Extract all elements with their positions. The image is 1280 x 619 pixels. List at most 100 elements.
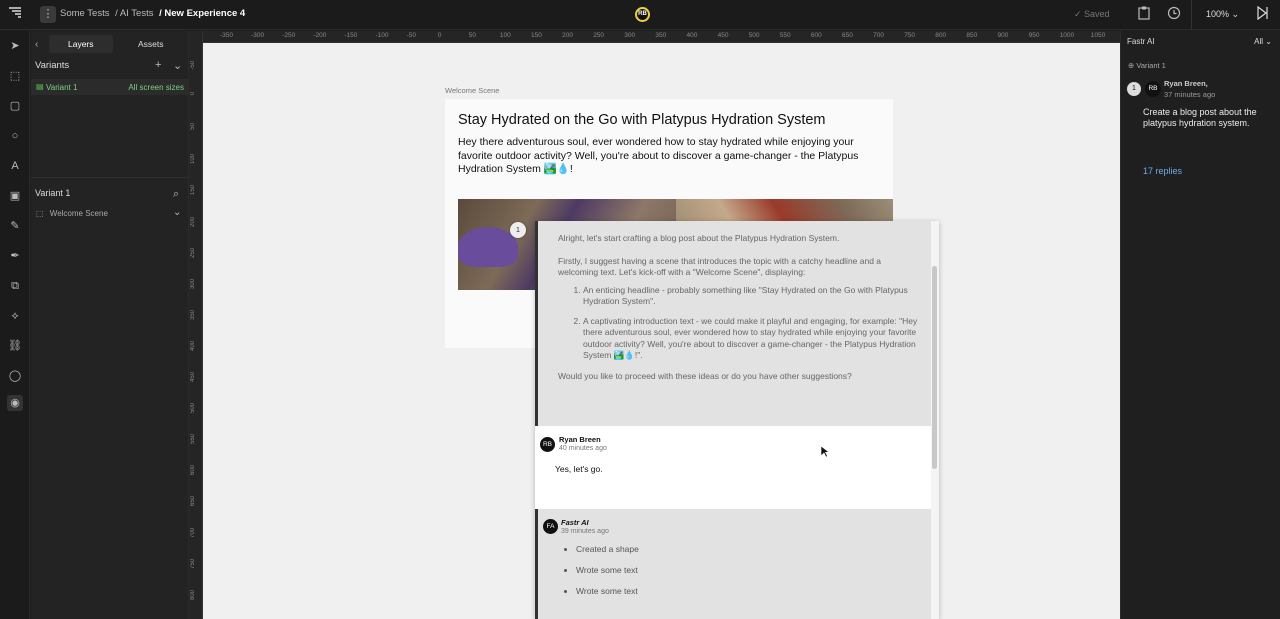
ai-text-tool-icon[interactable]: A	[7, 158, 23, 174]
scene-headline[interactable]: Stay Hydrated on the Go with Platypus Hy…	[458, 112, 878, 128]
scene-label[interactable]: Welcome Scene	[445, 86, 499, 95]
menu-icon[interactable]: ⋮	[40, 6, 56, 23]
ruler-tick-label: 0	[190, 92, 196, 96]
list-item: A captivating introduction text - we cou…	[583, 316, 918, 362]
ruler-tick-label: 750	[904, 32, 916, 39]
mouse-cursor-icon	[820, 445, 830, 458]
ruler-tick-label: 50	[468, 32, 477, 39]
ai-paragraph: Alright, let's start crafting a blog pos…	[558, 233, 840, 243]
variant-label: ⊕ Variant 1	[1128, 61, 1166, 70]
tab-assets[interactable]: Assets	[138, 39, 164, 49]
clipboard-icon[interactable]	[1136, 6, 1152, 22]
comment-time: 37 minutes ago	[1164, 90, 1216, 99]
play-icon[interactable]	[1254, 5, 1270, 22]
ruler-tick-label: 100	[499, 32, 511, 39]
breadcrumb-current[interactable]: / New Experience 4	[159, 8, 245, 19]
ruler-tick-label: 900	[997, 32, 1009, 39]
ai-actions-list: Created a shape Wrote some text Wrote so…	[576, 544, 639, 607]
variant-sizes: All screen sizes	[128, 83, 184, 92]
variant-item[interactable]: ▤ Variant 1 All screen sizes	[31, 79, 189, 95]
message-time: 40 minutes ago	[559, 445, 607, 452]
breadcrumb-folder[interactable]: / AI Tests	[115, 8, 153, 19]
ai-message: Alright, let's start crafting a blog pos…	[535, 221, 931, 426]
component-tool-icon[interactable]: ⧉	[7, 278, 23, 294]
ai-suggestion-list: An enticing headline - probably somethin…	[558, 285, 918, 362]
ruler-tick-label: 800	[190, 589, 196, 600]
layer-label: Welcome Scene	[49, 209, 108, 218]
pencil-tool-icon[interactable]: ✎	[7, 218, 23, 234]
list-item: Wrote some text	[576, 586, 639, 596]
ruler-tick-label: 700	[190, 527, 196, 538]
ruler-tick-label: 200	[562, 32, 573, 39]
replies-link[interactable]: 17 replies	[1143, 166, 1182, 176]
ruler-tick-label: 250	[593, 32, 605, 39]
ruler-tick-label: 300	[190, 278, 196, 289]
ruler-tick-label: 750	[190, 558, 196, 569]
ruler-tick-label: 400	[190, 340, 196, 351]
interaction-tool-icon[interactable]: ⟡	[7, 308, 23, 324]
ruler-tick-label: -50	[190, 61, 196, 70]
ruler-tick-label: 650	[842, 32, 853, 39]
avatar: FA	[543, 519, 558, 534]
add-variant-icon[interactable]: +	[155, 59, 161, 71]
user-message-text: Yes, let's go.	[555, 464, 603, 474]
vertical-ruler: -50 0 50 100 150 200 250 300 350 400 450 500 550 600 6…	[189, 31, 203, 619]
logo-icon[interactable]	[8, 6, 24, 22]
comment-tool-icon[interactable]: ◯	[7, 368, 23, 384]
ruler-tick-label: 550	[779, 32, 791, 39]
variant-name: Variant 1	[1136, 61, 1166, 70]
ellipse-tool-icon[interactable]: ○	[7, 128, 23, 144]
ruler-tick-label: 950	[1028, 32, 1040, 39]
design-canvas[interactable]: Welcome Scene Stay Hydrated on the Go wi…	[203, 43, 1120, 619]
breadcrumb-project[interactable]: Some Tests	[60, 8, 109, 19]
saved-label: Saved	[1084, 9, 1110, 19]
ruler-tick-label: -300	[251, 32, 265, 39]
page-icon: ▤	[36, 82, 44, 91]
pen-tool-icon[interactable]: ✒	[7, 248, 23, 264]
ruler-tick-label: 350	[655, 32, 667, 39]
variant-name: Variant 1	[46, 83, 78, 92]
select-tool-icon[interactable]: ➤	[7, 38, 23, 54]
ai-paragraph: Would you like to proceed with these ide…	[558, 370, 852, 381]
ai-assistant-icon[interactable]: ◉	[7, 395, 23, 411]
filter-value: All	[1254, 37, 1264, 46]
rectangle-tool-icon[interactable]: ▢	[7, 98, 23, 114]
comment-text[interactable]: Create a blog post about the platypus hy…	[1143, 107, 1273, 129]
scrollbar-thumb[interactable]	[932, 266, 937, 469]
ai-message-body: Alright, let's start crafting a blog pos…	[558, 233, 918, 393]
message-time: 39 minutes ago	[561, 528, 609, 535]
list-item: An enticing headline - probably somethin…	[583, 285, 918, 308]
image-tool-icon[interactable]: ▣	[7, 188, 23, 204]
ai-message: FA Fastr AI 39 minutes ago Created a sha…	[535, 509, 931, 619]
link-tool-icon[interactable]: ⛓	[7, 338, 23, 354]
scene-intro-text[interactable]: Hey there adventurous soul, ever wondere…	[458, 136, 878, 177]
zoom-value: 100%	[1206, 9, 1230, 19]
tab-layers[interactable]: Layers	[68, 39, 94, 49]
chevron-left-icon[interactable]: ‹	[35, 39, 38, 50]
message-author: Ryan Breen	[559, 435, 601, 444]
expand-layer-icon[interactable]: ⌄	[173, 207, 181, 218]
presence-avatar[interactable]: RB	[635, 7, 650, 22]
ruler-tick-label: 50	[190, 123, 196, 130]
layer-item-welcome-scene[interactable]: ⬚ Welcome Scene	[36, 209, 108, 218]
layers-panel: ‹ Layers Assets Variants + ⌄ ▤ Variant 1…	[31, 31, 189, 619]
ruler-tick-label: 700	[873, 32, 884, 39]
ruler-tick-label: -150	[344, 32, 358, 39]
panel-tabs: ‹ Layers Assets	[31, 31, 188, 57]
comment-number-badge: 1	[1127, 82, 1141, 96]
history-icon[interactable]	[1166, 6, 1182, 22]
ruler-tick-label: 0	[437, 32, 442, 39]
zoom-dropdown[interactable]: 100% ⌄	[1206, 9, 1239, 20]
variants-heading: Variants	[35, 60, 70, 71]
search-icon[interactable]: ⌕	[173, 188, 179, 201]
ruler-tick-label: 100	[190, 154, 196, 165]
filter-dropdown[interactable]: All ⌄	[1254, 37, 1272, 46]
comment-pin[interactable]: 1	[510, 222, 526, 238]
ruler-tick-label: 200	[190, 216, 196, 227]
ruler-tick-label: 250	[190, 247, 196, 258]
chevron-down-icon[interactable]: ⌄	[173, 59, 182, 72]
scrollbar[interactable]	[931, 221, 939, 619]
frame-tool-icon[interactable]: ⬚	[7, 68, 23, 84]
ai-paragraph: Firstly, I suggest having a scene that i…	[558, 255, 882, 278]
layers-heading: Variant 1	[35, 188, 71, 198]
